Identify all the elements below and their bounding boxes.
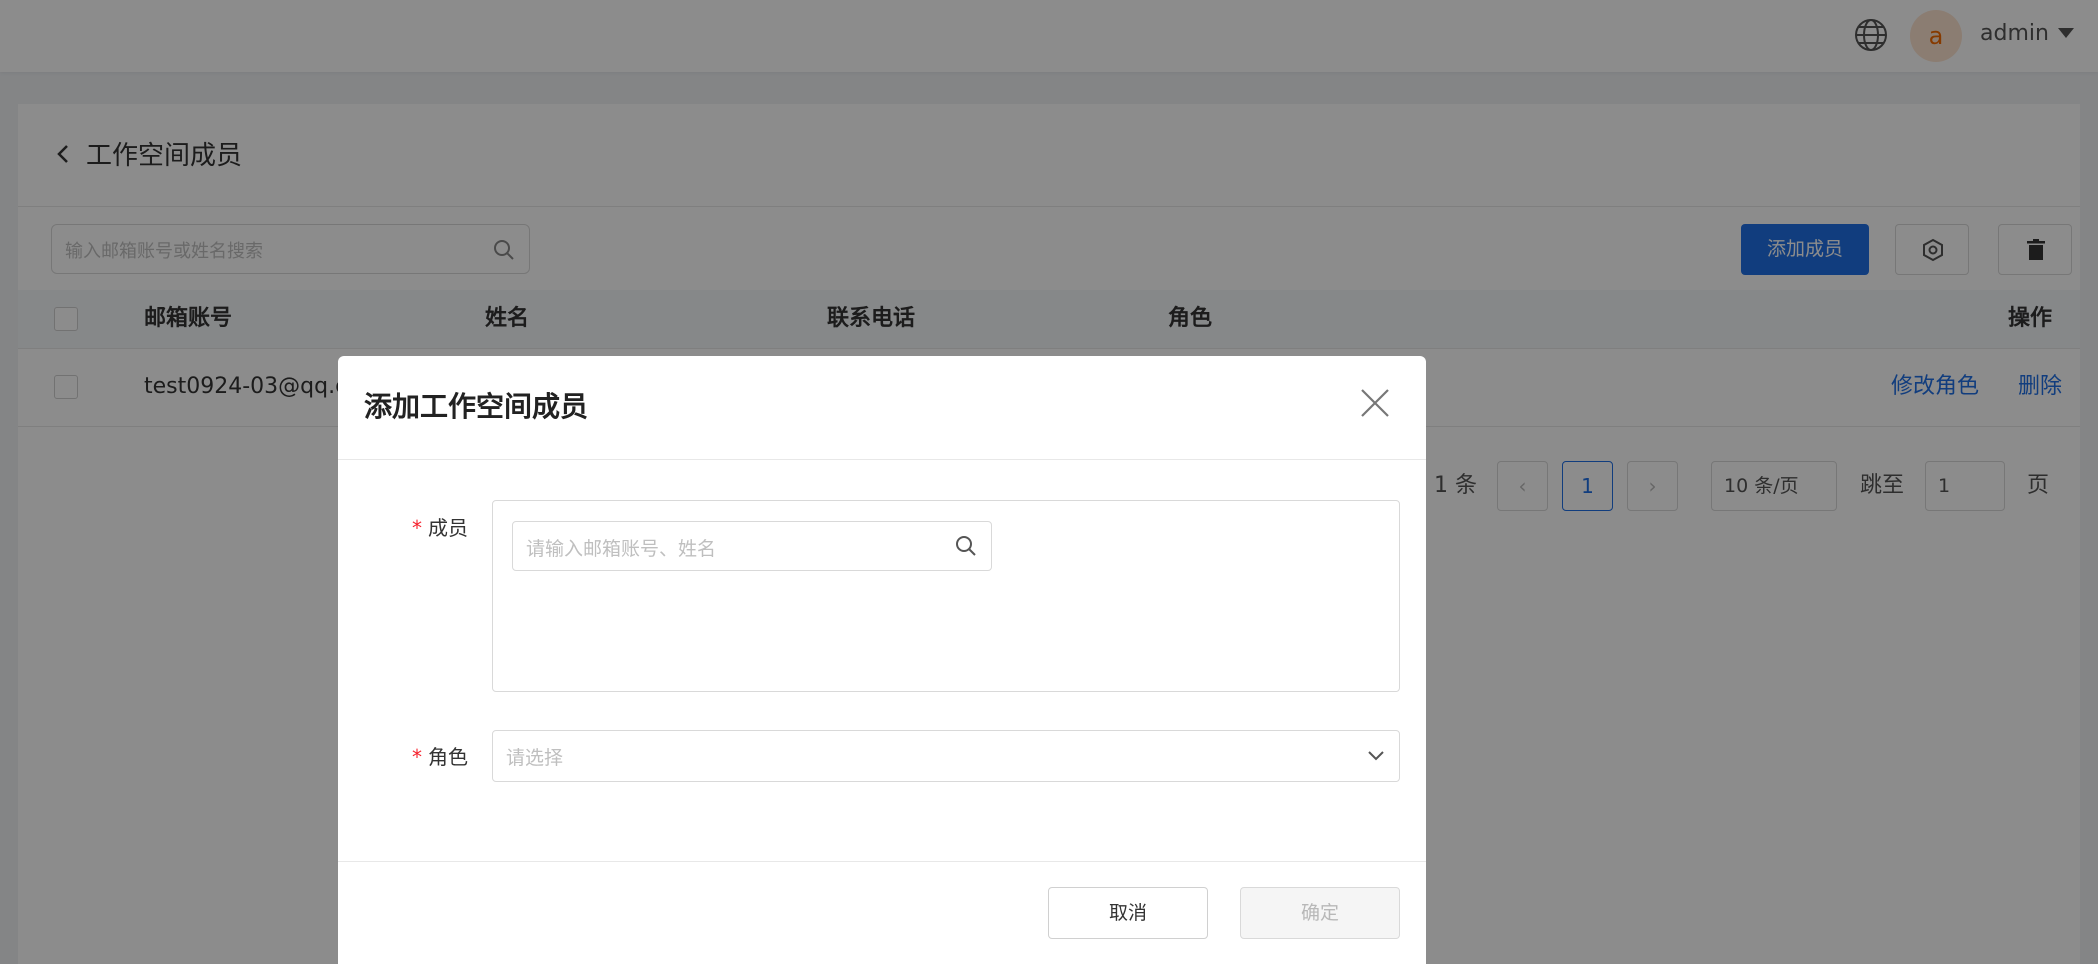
role-field-label: * 角色 [338, 742, 468, 772]
close-icon[interactable] [1359, 387, 1391, 419]
modal-footer-divider [338, 861, 1426, 862]
add-member-modal: 添加工作空间成员 * 成员 请输入邮箱账号、姓名 * 角色 请选择 取消 确定 [338, 356, 1426, 964]
required-mark: * [412, 745, 422, 769]
role-label-text: 角色 [428, 745, 468, 769]
member-search-placeholder: 请输入邮箱账号、姓名 [526, 538, 717, 560]
member-selection-area[interactable]: 请输入邮箱账号、姓名 [492, 500, 1400, 692]
member-label-text: 成员 [428, 516, 468, 540]
member-search-input[interactable]: 请输入邮箱账号、姓名 [512, 521, 992, 571]
role-placeholder: 请选择 [506, 747, 564, 769]
role-select[interactable]: 请选择 [492, 730, 1400, 782]
modal-title: 添加工作空间成员 [364, 390, 589, 423]
search-icon [956, 536, 976, 556]
chevron-down-icon [1368, 751, 1384, 761]
modal-header-divider [338, 459, 1426, 460]
required-mark: * [412, 516, 422, 540]
confirm-button[interactable]: 确定 [1240, 887, 1400, 939]
cancel-button[interactable]: 取消 [1048, 887, 1208, 939]
member-field-label: * 成员 [338, 513, 468, 543]
